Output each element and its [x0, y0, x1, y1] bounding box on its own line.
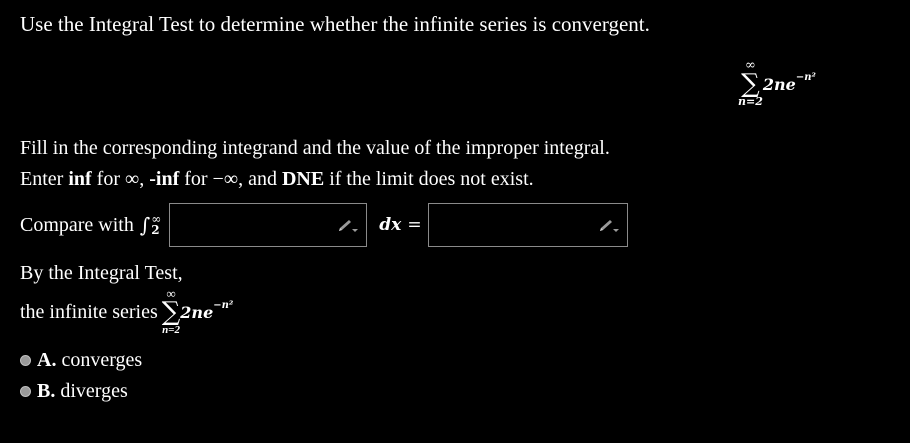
term-base: 2ne	[762, 74, 796, 94]
option-diverges[interactable]: B. diverges	[20, 376, 142, 407]
instr-text: if the limit does not exist.	[324, 168, 534, 190]
dx-label: dx	[379, 215, 402, 235]
radio-button[interactable]	[20, 386, 31, 397]
integrand-input[interactable]	[169, 203, 368, 247]
sum-lower-limit: n=2	[738, 95, 763, 108]
term-base: 2ne	[180, 302, 214, 322]
instr-text: Enter	[20, 168, 69, 190]
instructions: Fill in the corresponding integrand and …	[20, 133, 610, 195]
conclusion-line-2: the infinite series ∞ ∑ n=2 2ne−n²	[20, 287, 234, 336]
question-text: Use the Integral Test to determine wheth…	[20, 12, 650, 36]
conclusion-line-1: By the Integral Test,	[20, 262, 183, 284]
instr-text: for −∞, and	[179, 168, 282, 190]
sigma-symbol: ∑	[741, 69, 760, 99]
series-term: 2ne−n²	[762, 72, 816, 94]
term-exponent: −n²	[795, 72, 816, 84]
integral-value-input[interactable]	[427, 203, 628, 247]
series-display: ∞ ∑ n=2 2ne−n²	[738, 59, 816, 108]
sum-lower-limit: n=2	[162, 324, 180, 336]
series-term: 2ne−n²	[180, 300, 234, 322]
instr-dne: DNE	[281, 168, 325, 190]
pencil-icon[interactable]	[336, 218, 359, 234]
answer-options: A. converges B. diverges	[20, 345, 142, 407]
option-label: diverges	[60, 380, 128, 402]
instr-inf: inf	[68, 168, 92, 190]
equals-sign: =	[407, 215, 422, 235]
option-letter: B.	[37, 380, 56, 402]
compare-label: Compare with	[20, 213, 134, 236]
option-letter: A.	[37, 349, 57, 371]
radio-button[interactable]	[20, 355, 31, 366]
integral-limits: ∞ 2	[151, 213, 161, 237]
option-label: converges	[61, 349, 143, 371]
integral-lower: 2	[151, 223, 160, 237]
instr-neg-inf: -inf	[149, 168, 180, 190]
term-exponent: −n²	[213, 300, 234, 312]
integral-sign: ∫	[139, 213, 151, 237]
integral-symbol: ∫ ∞ 2	[140, 213, 161, 237]
instructions-line-2: Enter inf for ∞, -inf for −∞, and DNE if…	[20, 164, 610, 195]
instr-text: for ∞,	[91, 168, 150, 190]
pencil-icon[interactable]	[597, 218, 619, 234]
summation: ∞ ∑ n=2	[738, 59, 763, 108]
series-prefix: the infinite series	[20, 300, 158, 323]
summation: ∞ ∑ n=2	[161, 287, 181, 336]
instructions-line-1: Fill in the corresponding integrand and …	[20, 137, 610, 159]
option-converges[interactable]: A. converges	[20, 345, 142, 376]
compare-row: Compare with ∫ ∞ 2 dx =	[20, 202, 628, 248]
sigma-symbol: ∑	[161, 297, 181, 327]
